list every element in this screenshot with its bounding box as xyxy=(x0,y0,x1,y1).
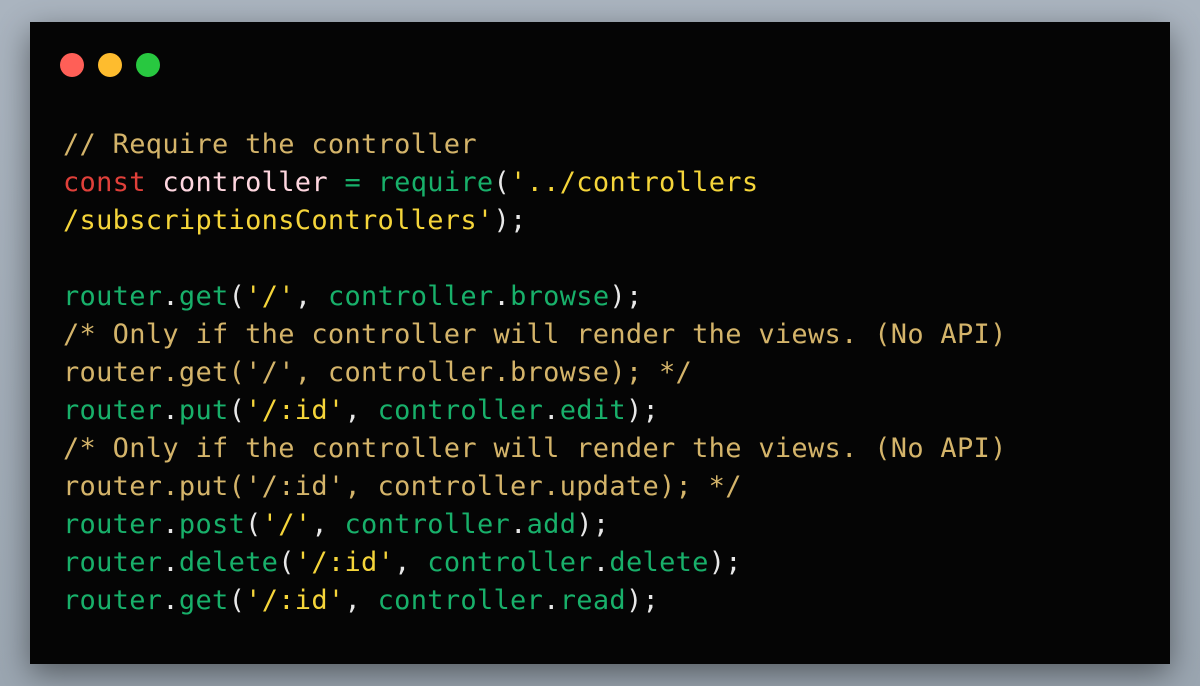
code-line: router.put('/:id', controller.edit); xyxy=(63,392,1007,430)
code-token: router.get('/', controller.browse); */ xyxy=(63,357,693,388)
code-token: . xyxy=(162,547,179,578)
code-line: router.post('/', controller.add); xyxy=(63,506,1007,544)
code-token: . xyxy=(162,585,179,616)
code-token: browse xyxy=(510,281,610,312)
code-line: /* Only if the controller will render th… xyxy=(63,316,1007,354)
code-line: /subscriptionsControllers'); xyxy=(63,202,1007,240)
code-line: router.put('/:id', controller.update); *… xyxy=(63,468,1007,506)
code-token: ); xyxy=(493,205,527,236)
code-token: ( xyxy=(493,167,511,198)
code-token: read xyxy=(559,585,626,616)
code-token: '/:id' xyxy=(245,585,345,616)
code-token: post xyxy=(178,509,246,540)
code-token: router xyxy=(63,281,163,312)
code-token: , xyxy=(344,585,378,616)
code-token: . xyxy=(162,395,179,426)
code-token: // Require the controller xyxy=(63,129,477,160)
code-window: // Require the controller const controlle… xyxy=(30,22,1170,664)
code-token: . xyxy=(510,509,527,540)
code-token: '../controllers xyxy=(510,167,759,198)
code-line: router.get('/', controller.browse); */ xyxy=(63,354,1007,392)
code-token: , xyxy=(311,509,345,540)
code-line: // Require the controller xyxy=(63,126,1007,164)
code-line: router.get('/', controller.browse); xyxy=(63,278,1007,316)
code-token: controller xyxy=(377,395,544,426)
code-token: edit xyxy=(559,395,626,426)
code-token: '/' xyxy=(261,509,312,540)
minimize-button[interactable] xyxy=(98,53,122,77)
code-line: router.delete('/:id', controller.delete)… xyxy=(63,544,1007,582)
code-token: ( xyxy=(228,281,246,312)
code-line: router.get('/:id', controller.read); xyxy=(63,582,1007,620)
code-token: /* Only if the controller will render th… xyxy=(63,319,1007,350)
code-token: controller xyxy=(377,585,544,616)
code-token: get xyxy=(178,585,229,616)
code-token: ); xyxy=(609,281,643,312)
code-token: require xyxy=(377,167,494,198)
code-token: . xyxy=(543,585,560,616)
code-token: '/:id' xyxy=(245,395,345,426)
window-controls xyxy=(60,53,160,77)
code-token: const xyxy=(63,167,146,198)
code-token: get xyxy=(178,281,229,312)
code-token: router xyxy=(63,585,163,616)
code-token: router.put('/:id', controller.update); *… xyxy=(63,471,742,502)
code-token: /subscriptionsControllers' xyxy=(63,205,494,236)
code-token: controller xyxy=(162,167,328,198)
code-token: . xyxy=(543,395,560,426)
code-token: delete xyxy=(178,547,279,578)
code-token: ( xyxy=(228,585,246,616)
code-token: , xyxy=(344,395,378,426)
code-block: // Require the controller const controlle… xyxy=(63,126,1007,620)
code-token: . xyxy=(493,281,511,312)
code-token: . xyxy=(162,509,179,540)
code-token: , xyxy=(394,547,428,578)
code-token: ( xyxy=(228,395,246,426)
code-token: add xyxy=(526,509,577,540)
code-token: router xyxy=(63,509,163,540)
code-token: . xyxy=(592,547,610,578)
code-line: const controller = require('../controlle… xyxy=(63,164,1007,202)
code-token: controller xyxy=(427,547,593,578)
code-token: /* Only if the controller will render th… xyxy=(63,433,1007,464)
code-token: ( xyxy=(245,509,262,540)
code-token: ); xyxy=(625,395,660,426)
code-token: ( xyxy=(278,547,295,578)
code-token: controller xyxy=(327,281,494,312)
code-token: router xyxy=(63,547,163,578)
maximize-button[interactable] xyxy=(136,53,160,77)
code-token: = xyxy=(344,167,362,198)
code-line: ​ xyxy=(63,240,1007,278)
code-token: , xyxy=(294,281,328,312)
code-token: ); xyxy=(708,547,742,578)
code-token: ); xyxy=(576,509,610,540)
code-token: ); xyxy=(625,585,660,616)
code-token: delete xyxy=(609,547,709,578)
code-token: controller xyxy=(344,509,511,540)
code-line: /* Only if the controller will render th… xyxy=(63,430,1007,468)
code-token: put xyxy=(178,395,229,426)
code-token: '/:id' xyxy=(294,547,395,578)
close-button[interactable] xyxy=(60,53,84,77)
code-token: . xyxy=(162,281,179,312)
code-token: router xyxy=(63,395,163,426)
code-token: '/' xyxy=(245,281,295,312)
